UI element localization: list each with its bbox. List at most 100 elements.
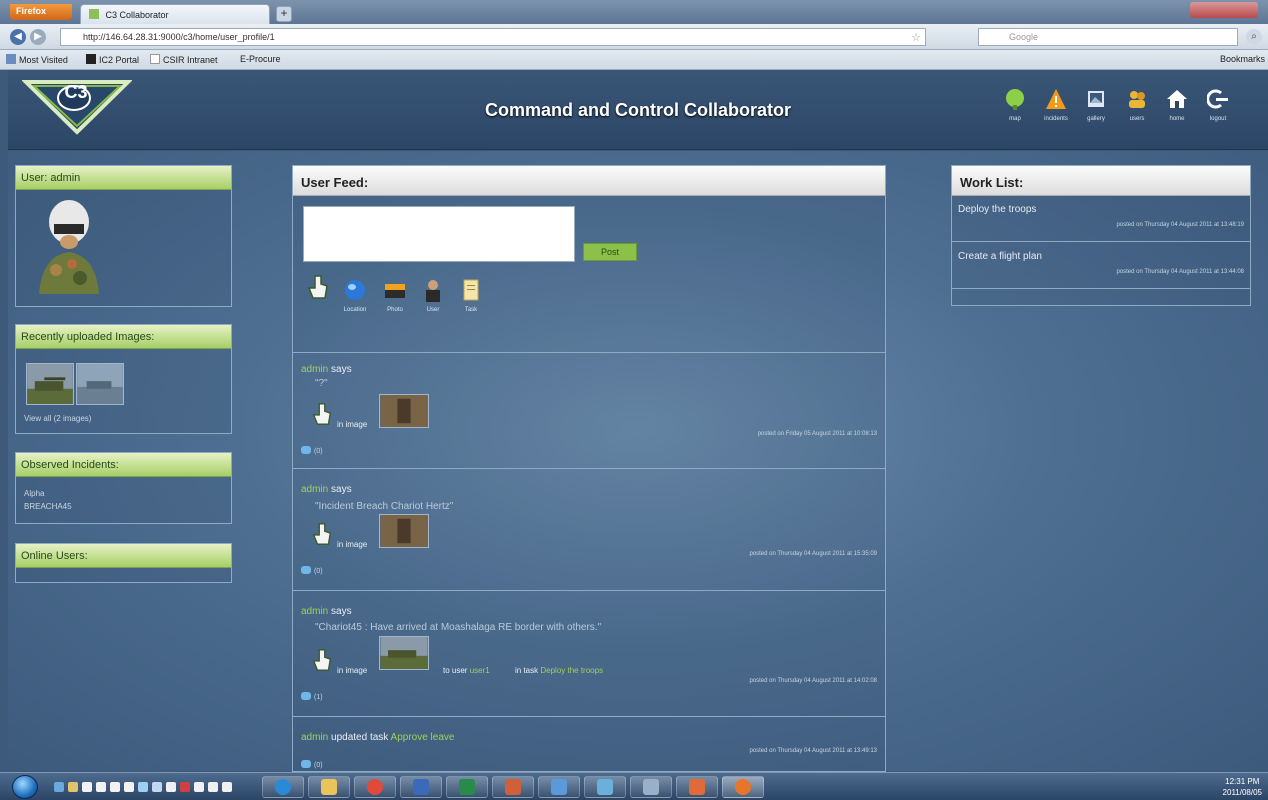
search-input[interactable]: Google: [978, 28, 1238, 46]
quicklaunch-icon[interactable]: [138, 782, 148, 792]
quicklaunch-icon[interactable]: [68, 782, 78, 792]
taskbar-outlook-button[interactable]: [400, 776, 442, 798]
taskbar-clock[interactable]: 12:31 PM 2011/08/05: [1223, 776, 1262, 798]
tool-user[interactable]: User: [415, 278, 451, 313]
user-avatar[interactable]: [34, 194, 104, 294]
bookmark-e-procure[interactable]: E-Procure: [240, 54, 281, 64]
post-image-thumbnail[interactable]: [379, 636, 429, 670]
post-comments-button[interactable]: (0): [301, 446, 323, 455]
app-title: Command and Control Collaborator: [485, 100, 791, 120]
quicklaunch-icon[interactable]: [54, 782, 64, 792]
bookmark-star-icon[interactable]: ☆: [911, 31, 921, 44]
post-comments-button[interactable]: (0): [301, 760, 323, 769]
quicklaunch-icon[interactable]: [166, 782, 176, 792]
browser-titlebar: Firefox C3 Collaborator +: [0, 0, 1268, 24]
quicklaunch-icon[interactable]: [208, 782, 218, 792]
work-list-heading: Work List:: [952, 166, 1250, 196]
post-task-link[interactable]: Approve leave: [391, 732, 455, 743]
photos-icon: [597, 779, 613, 795]
post-button[interactable]: Post: [583, 243, 637, 261]
post-textarea[interactable]: [303, 206, 575, 262]
incident-link-breach[interactable]: BREACHA45: [24, 502, 72, 511]
tab-title: C3 Collaborator: [105, 10, 169, 20]
gallery-icon: [1088, 91, 1104, 107]
logout-icon: [1206, 89, 1228, 109]
back-arrow-icon[interactable]: ◀: [10, 29, 26, 45]
post-author-link[interactable]: admin: [301, 484, 328, 495]
post-author-link[interactable]: admin: [301, 732, 328, 743]
warning-icon: [1046, 89, 1066, 109]
tool-location[interactable]: Location: [337, 278, 373, 313]
header-map-button[interactable]: map: [1001, 88, 1029, 122]
post-author-link[interactable]: admin: [301, 606, 328, 617]
bookmark-icon: [150, 54, 160, 64]
post-user-link[interactable]: user1: [470, 666, 490, 675]
quicklaunch-icon[interactable]: [82, 782, 92, 792]
user-icon: [426, 280, 440, 302]
taskbar-app-button[interactable]: [676, 776, 718, 798]
post-comments-button[interactable]: (1): [301, 692, 323, 701]
system-tray[interactable]: [1140, 782, 1210, 792]
post-in-image-label: in image: [337, 540, 368, 549]
post-timestamp: posted on Thursday 04 August 2011 at 13:…: [749, 748, 877, 754]
taskbar-powerpoint-button[interactable]: [492, 776, 534, 798]
attach-cursor-tool[interactable]: [307, 274, 329, 303]
taskbar-ie-button[interactable]: [262, 776, 304, 798]
quicklaunch-icon[interactable]: [110, 782, 120, 792]
image-thumbnail-vehicle[interactable]: [76, 363, 124, 405]
post-task-link[interactable]: Deploy the troops: [540, 666, 603, 675]
quicklaunch-icon[interactable]: [222, 782, 232, 792]
taskbar-excel-button[interactable]: [446, 776, 488, 798]
observed-incidents-heading: Observed Incidents:: [16, 453, 231, 477]
comment-icon: [301, 760, 311, 768]
comment-icon: [301, 446, 311, 454]
search-go-icon[interactable]: ⌕: [1246, 29, 1262, 45]
quicklaunch-icon[interactable]: [96, 782, 106, 792]
quicklaunch-icon[interactable]: [194, 782, 204, 792]
address-bar[interactable]: http://146.64.28.31:9000/c3/home/user_pr…: [60, 28, 926, 46]
header-logout-button[interactable]: logout: [1204, 88, 1232, 122]
incident-link-alpha[interactable]: Alpha: [24, 489, 44, 498]
firefox-menu-button[interactable]: Firefox: [10, 4, 72, 20]
bookmark-csir-intranet[interactable]: CSIR Intranet: [150, 54, 218, 65]
ie-icon: [275, 779, 291, 795]
feed-divider: [293, 716, 885, 717]
header-incidents-button[interactable]: incidents: [1042, 88, 1070, 122]
header-home-button[interactable]: home: [1163, 88, 1191, 122]
window-controls[interactable]: [1190, 2, 1258, 18]
work-list-panel: Work List: Deploy the troops posted on T…: [951, 165, 1251, 306]
tab-c3-collaborator[interactable]: C3 Collaborator: [80, 4, 270, 24]
taskbar-explorer-button[interactable]: [308, 776, 350, 798]
image-thumbnail-tank[interactable]: [26, 363, 74, 405]
forward-arrow-icon[interactable]: ▶: [30, 29, 46, 45]
bookmark-ic2-portal[interactable]: IC2 Portal: [86, 54, 139, 65]
bookmark-most-visited[interactable]: Most Visited: [6, 54, 68, 65]
comment-icon: [301, 566, 311, 574]
header-gallery-button[interactable]: gallery: [1082, 88, 1110, 122]
quicklaunch-icon[interactable]: [152, 782, 162, 792]
photo-icon: [385, 284, 405, 298]
quicklaunch-icon[interactable]: [124, 782, 134, 792]
taskbar-photos-button[interactable]: [584, 776, 626, 798]
app-header: C3 Command and Control Collaborator map …: [8, 70, 1268, 150]
header-users-button[interactable]: users: [1123, 88, 1151, 122]
view-all-images-link[interactable]: View all (2 images): [24, 414, 91, 423]
post-author-link[interactable]: admin: [301, 364, 328, 375]
bookmarks-menu[interactable]: Bookmarks: [1220, 54, 1265, 64]
tool-task[interactable]: Task: [453, 278, 489, 313]
tool-photo[interactable]: Photo: [377, 278, 413, 313]
work-item-timestamp: posted on Thursday 04 August 2011 at 13:…: [1116, 269, 1244, 275]
post-comments-button[interactable]: (0): [301, 566, 323, 575]
start-button[interactable]: [12, 775, 38, 799]
new-tab-button[interactable]: +: [276, 6, 292, 22]
work-list-item[interactable]: Create a flight plan posted on Thursday …: [952, 243, 1250, 289]
post-timestamp: posted on Friday 05 August 2011 at 10:08…: [757, 431, 877, 437]
post-image-thumbnail[interactable]: [379, 394, 429, 428]
post-image-thumbnail[interactable]: [379, 514, 429, 548]
work-list-item[interactable]: Deploy the troops posted on Thursday 04 …: [952, 196, 1250, 242]
taskbar-app-button[interactable]: [538, 776, 580, 798]
quicklaunch-icon[interactable]: [180, 782, 190, 792]
taskbar-chrome-button[interactable]: [354, 776, 396, 798]
taskbar-firefox-button[interactable]: [722, 776, 764, 798]
taskbar-app-button[interactable]: [630, 776, 672, 798]
